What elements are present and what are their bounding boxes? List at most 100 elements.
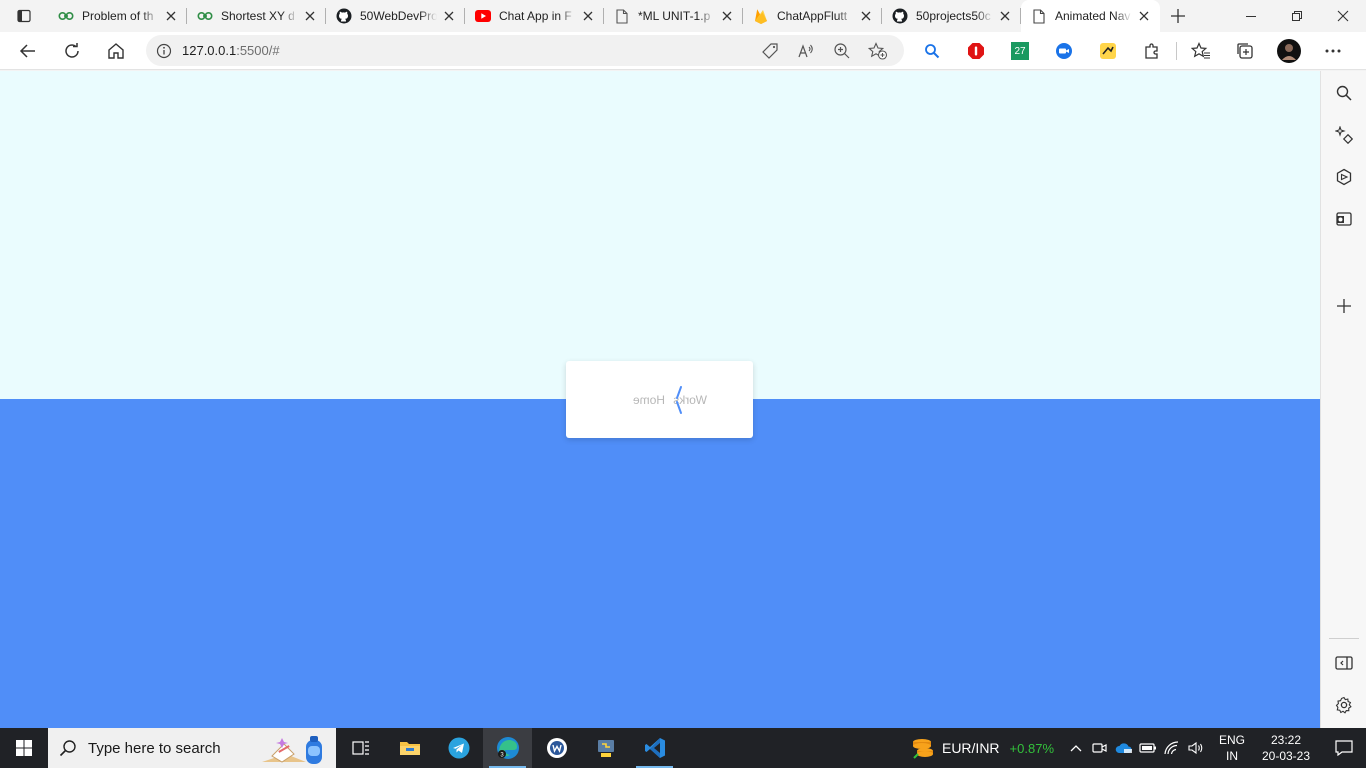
close-icon[interactable] (441, 8, 457, 24)
settings-more-button[interactable] (1311, 32, 1355, 70)
profile-button[interactable] (1267, 32, 1311, 70)
volume-button[interactable] (1184, 728, 1208, 768)
sidebar-outlook-button[interactable] (1321, 199, 1366, 239)
taskbar-python[interactable] (581, 728, 630, 768)
geeksforgeeks-icon (58, 8, 74, 24)
close-icon[interactable] (1136, 8, 1152, 24)
tab-6[interactable]: ChatAppFlutt (743, 0, 882, 32)
tab-actions-button[interactable] (0, 0, 48, 32)
meet-now-button[interactable] (1088, 728, 1112, 768)
python-icon (597, 740, 614, 757)
currency-widget[interactable]: EUR/INR +0.87% (910, 736, 1054, 760)
close-icon[interactable] (719, 8, 735, 24)
tab-title: 50projects50c (916, 9, 991, 23)
document-icon (1031, 8, 1047, 24)
add-favorite-icon[interactable] (860, 35, 896, 66)
taskbar-telegram[interactable] (434, 728, 483, 768)
taskbar-vscode[interactable] (630, 728, 679, 768)
adblock-icon (968, 43, 984, 59)
collections-icon (1237, 43, 1253, 59)
coins-icon (912, 739, 933, 759)
zoom-icon[interactable] (824, 35, 860, 66)
close-icon[interactable] (163, 8, 179, 24)
tab-4[interactable]: Chat App in F (465, 0, 604, 32)
read-aloud-icon[interactable] (788, 35, 824, 66)
taskbar-file-explorer[interactable] (385, 728, 434, 768)
network-button[interactable] (1160, 728, 1184, 768)
sidebar-discover-button[interactable] (1321, 115, 1366, 155)
nav-toggle-icon[interactable] (673, 385, 685, 415)
info-icon[interactable] (146, 43, 182, 59)
calendar-extension-button[interactable]: 27 (998, 32, 1042, 70)
shortcut-extension-button[interactable] (1086, 32, 1130, 70)
notification-icon (1335, 740, 1353, 756)
panel-collapse-icon (1335, 656, 1353, 670)
adblock-extension-button[interactable] (954, 32, 998, 70)
tab-5[interactable]: *ML UNIT-1.p (604, 0, 743, 32)
screencast-extension-button[interactable] (1042, 32, 1086, 70)
minimize-button[interactable] (1228, 0, 1274, 32)
video-icon (1056, 43, 1072, 59)
close-icon[interactable] (580, 8, 596, 24)
back-button[interactable] (6, 32, 50, 70)
notification-center-button[interactable] (1322, 728, 1366, 768)
clock-button[interactable]: 23:22 20-03-23 (1250, 732, 1322, 764)
taskbar-search[interactable]: Type here to search (48, 728, 336, 768)
nav-mirrored-content: Works Home (566, 361, 753, 438)
cloud-icon (1115, 743, 1132, 753)
address-bar[interactable]: 127.0.0.1:5500/# (146, 35, 904, 66)
page-bottom-background (0, 399, 1320, 728)
tab-2[interactable]: Shortest XY d (187, 0, 326, 32)
url-text[interactable]: 127.0.0.1:5500/# (182, 43, 280, 58)
battery-icon (1139, 743, 1156, 753)
close-icon[interactable] (302, 8, 318, 24)
plus-icon (1171, 9, 1185, 23)
tab-3[interactable]: 50WebDevPro (326, 0, 465, 32)
favorites-button[interactable] (1179, 32, 1223, 70)
edge-sidebar (1320, 71, 1366, 728)
close-window-button[interactable] (1320, 0, 1366, 32)
sidebar-add-button[interactable] (1321, 286, 1366, 326)
home-button[interactable] (94, 32, 138, 70)
start-button[interactable] (0, 728, 48, 768)
tag-icon[interactable] (752, 35, 788, 66)
sidebar-hide-button[interactable] (1321, 643, 1366, 683)
close-icon[interactable] (858, 8, 874, 24)
telegram-icon (448, 737, 469, 759)
window-controls (1228, 0, 1366, 32)
tab-strip: Problem of th Shortest XY d 50WebDevPro … (0, 0, 1366, 32)
sidebar-divider (1329, 638, 1359, 639)
task-view-icon (351, 741, 369, 755)
github-icon (336, 8, 352, 24)
show-hidden-icons-button[interactable] (1064, 728, 1088, 768)
tab-7[interactable]: 50projects50c (882, 0, 1021, 32)
vscode-icon (644, 738, 665, 758)
extensions-button[interactable] (1130, 32, 1174, 70)
taskbar-word-app[interactable] (532, 728, 581, 768)
input-language-button[interactable]: ENG IN (1214, 732, 1250, 764)
region-code: IN (1226, 749, 1238, 763)
tab-1[interactable]: Problem of th (48, 0, 187, 32)
battery-button[interactable] (1136, 728, 1160, 768)
collections-button[interactable] (1223, 32, 1267, 70)
tab-title: Problem of th (82, 9, 154, 23)
sidebar-games-button[interactable] (1321, 157, 1366, 197)
search-icon (48, 739, 88, 757)
sidebar-settings-button[interactable] (1321, 685, 1366, 725)
restore-button[interactable] (1274, 0, 1320, 32)
close-icon (1337, 10, 1349, 22)
nav-link-home[interactable]: Home (633, 393, 665, 407)
sidebar-search-button[interactable] (1321, 73, 1366, 113)
tab-title: *ML UNIT-1.p (638, 9, 711, 23)
back-arrow-icon (19, 43, 35, 58)
onedrive-button[interactable] (1112, 728, 1136, 768)
taskbar-edge[interactable]: 3 (483, 728, 532, 768)
new-tab-button[interactable] (1160, 0, 1196, 32)
refresh-button[interactable] (50, 32, 94, 70)
task-view-button[interactable] (336, 728, 385, 768)
close-icon[interactable] (997, 8, 1013, 24)
tab-8-active[interactable]: Animated Nav (1021, 0, 1160, 32)
page-viewport: Works Home (0, 71, 1320, 728)
firebase-icon (753, 8, 769, 24)
search-extension-button[interactable] (910, 32, 954, 70)
